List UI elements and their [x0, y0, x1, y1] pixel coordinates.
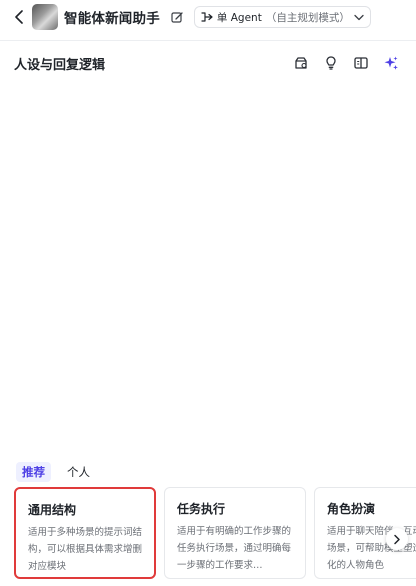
- section-toolbar: [292, 54, 400, 72]
- card-description: 适用于多种场景的提示词结构，可以根据具体需求增删对应模块: [28, 527, 143, 572]
- lightbulb-icon[interactable]: [322, 54, 340, 72]
- ai-optimize-icon[interactable]: [382, 54, 400, 72]
- prompt-library-icon[interactable]: [292, 54, 310, 72]
- tab-recommended[interactable]: 推荐: [16, 462, 51, 482]
- agent-title: 智能体新闻助手: [64, 11, 160, 27]
- template-card-general[interactable]: 通用结构 适用于多种场景的提示词结构，可以根据具体需求增删对应模块: [14, 487, 156, 579]
- section-title: 人设与回复逻辑: [14, 57, 106, 73]
- card-title: 通用结构: [28, 503, 77, 517]
- top-bar: 智能体新闻助手 单 Agent （自主规划模式）: [0, 0, 416, 34]
- header-divider: [0, 40, 416, 41]
- agent-mode-selector[interactable]: 单 Agent （自主规划模式）: [193, 6, 371, 28]
- card-title: 角色扮演: [327, 502, 376, 516]
- agent-mode-label: 单 Agent: [216, 11, 262, 24]
- card-description: 适用于有明确的工作步骤的任务执行场景，通过明确每一步骤的工作要求…: [177, 526, 292, 571]
- chevron-down-icon: [354, 14, 364, 21]
- agent-avatar: [32, 4, 58, 30]
- template-card-list: 通用结构 适用于多种场景的提示词结构，可以根据具体需求增删对应模块 任务执行 适…: [14, 487, 416, 579]
- template-tabs: 推荐 个人: [16, 462, 96, 482]
- prompt-editor[interactable]: [14, 80, 402, 450]
- tab-personal[interactable]: 个人: [61, 462, 96, 482]
- card-title: 任务执行: [177, 502, 226, 516]
- agent-mode-icon: [201, 11, 213, 23]
- scroll-right-button[interactable]: [386, 528, 408, 550]
- agent-mode-hint: （自主规划模式）: [265, 11, 350, 24]
- back-icon[interactable]: [10, 8, 28, 26]
- prompt-section-header: 人设与回复逻辑: [0, 47, 416, 79]
- split-view-icon[interactable]: [352, 54, 370, 72]
- edit-icon[interactable]: [170, 9, 186, 25]
- chevron-right-icon: [393, 534, 401, 545]
- template-card-task[interactable]: 任务执行 适用于有明确的工作步骤的任务执行场景，通过明确每一步骤的工作要求…: [164, 487, 306, 579]
